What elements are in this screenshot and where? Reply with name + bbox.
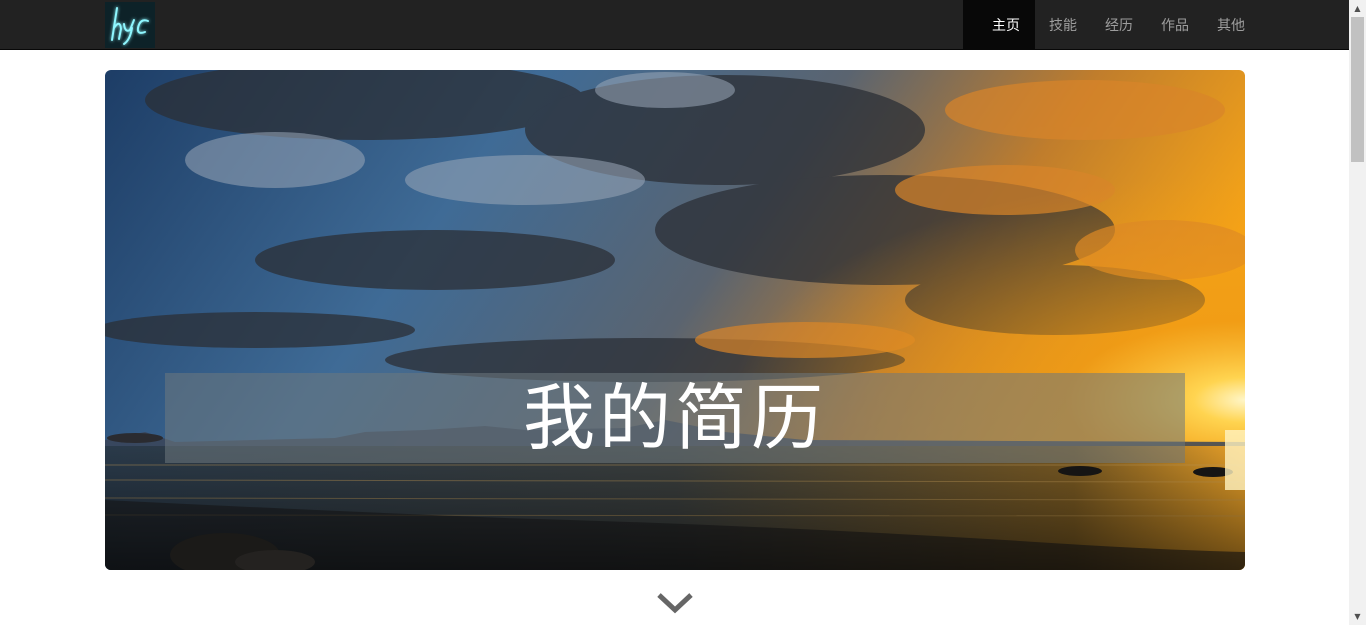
nav-item-experience[interactable]: 经历 bbox=[1091, 0, 1147, 50]
nav-item-home[interactable]: 主页 bbox=[963, 0, 1035, 50]
triangle-down-icon[interactable]: ▼ bbox=[1349, 608, 1366, 625]
hero-title-panel: 我的简历 bbox=[165, 373, 1185, 463]
page-scrollbar[interactable]: ▲ ▼ bbox=[1349, 0, 1366, 625]
neon-logo-icon bbox=[111, 7, 149, 45]
hero-banner: 我的简历 bbox=[105, 70, 1245, 570]
triangle-up-icon[interactable]: ▲ bbox=[1349, 0, 1366, 17]
scrollbar-thumb[interactable] bbox=[1351, 17, 1364, 162]
chevron-down-icon[interactable] bbox=[656, 590, 694, 616]
nav-item-works[interactable]: 作品 bbox=[1147, 0, 1203, 50]
main-nav: 主页 技能 经历 作品 其他 bbox=[963, 0, 1259, 50]
top-navbar: 主页 技能 经历 作品 其他 bbox=[0, 0, 1349, 50]
nav-item-skills[interactable]: 技能 bbox=[1035, 0, 1091, 50]
nav-item-other[interactable]: 其他 bbox=[1203, 0, 1259, 50]
hero-title: 我的简历 bbox=[522, 376, 827, 460]
site-logo[interactable] bbox=[105, 2, 155, 48]
sunset-sea-image bbox=[105, 70, 1245, 570]
